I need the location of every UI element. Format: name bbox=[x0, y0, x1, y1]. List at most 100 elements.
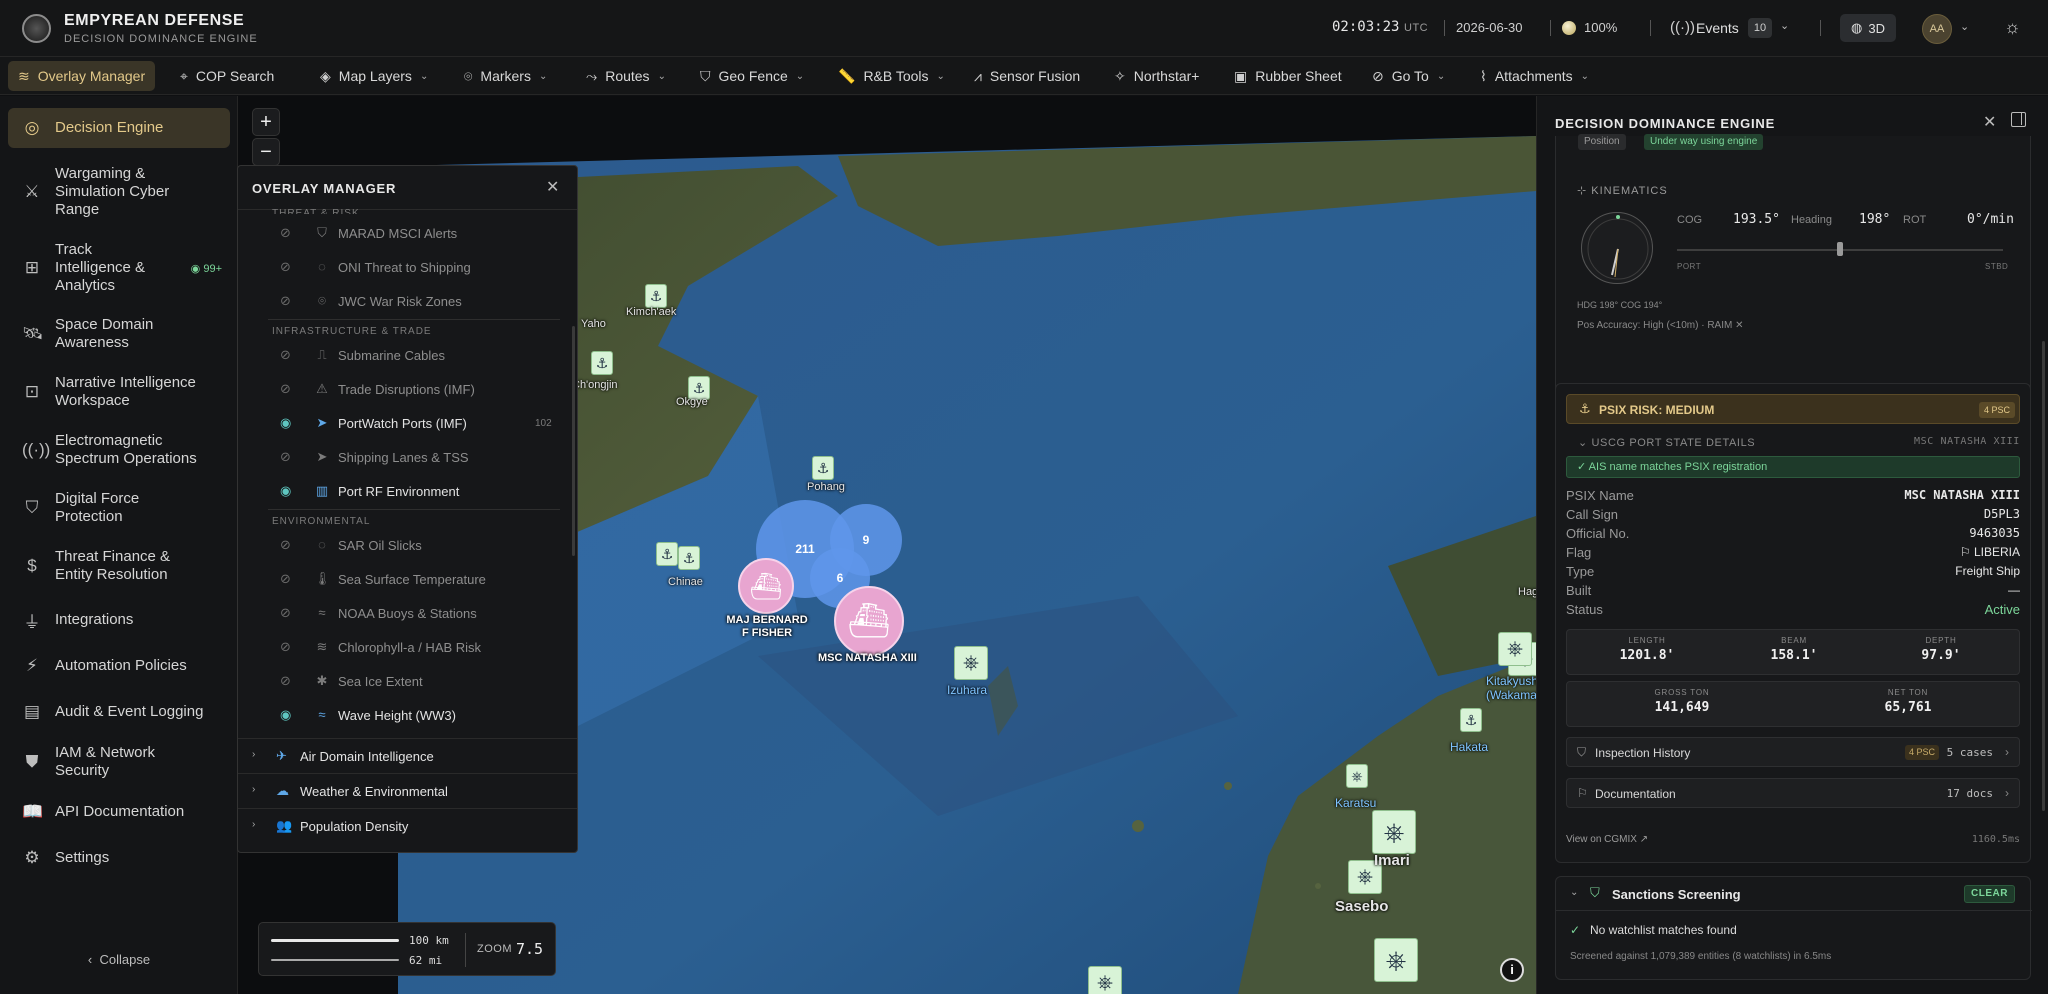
divider bbox=[268, 319, 560, 320]
tool-geo-fence[interactable]: ⛉ Geo Fence ⌄ bbox=[690, 61, 814, 91]
eye-off-icon[interactable]: ⊘ bbox=[280, 673, 291, 689]
layer-row[interactable]: ⊘ ⚠ Trade Disruptions (IMF) bbox=[238, 377, 568, 403]
heading-value: 198° bbox=[1859, 212, 1891, 227]
scrollbar[interactable] bbox=[2042, 341, 2045, 811]
chevron-down-icon[interactable]: ⌄ bbox=[1960, 20, 1969, 33]
eye-off-icon[interactable]: ⊘ bbox=[280, 381, 291, 397]
layer-row[interactable]: ⊘ ◌ SAR Oil Slicks bbox=[238, 533, 568, 559]
eye-off-icon[interactable]: ⊘ bbox=[280, 537, 291, 553]
eye-off-icon[interactable]: ⊘ bbox=[280, 449, 291, 465]
layer-row[interactable]: ⊘ ⌾ JWC War Risk Zones bbox=[238, 289, 568, 315]
zoom-out-button[interactable]: − bbox=[252, 138, 280, 166]
field-label: Flag bbox=[1566, 545, 1592, 560]
chevron-down-icon: ⌄ bbox=[1578, 437, 1592, 449]
port-marker[interactable]: ⎈ bbox=[1372, 810, 1416, 854]
tool-map-layers[interactable]: ◈ Map Layers ⌄ bbox=[310, 61, 438, 91]
tool-rubber-sheet[interactable]: ▣ Rubber Sheet bbox=[1224, 61, 1352, 91]
port-marker[interactable]: ⎈ bbox=[1088, 966, 1122, 994]
eye-off-icon[interactable]: ⊘ bbox=[280, 259, 291, 275]
sanctions-header[interactable]: ⌄ ⛉ Sanctions Screening CLEAR bbox=[1556, 877, 2032, 911]
vessel-marker[interactable]: ⛴ bbox=[738, 558, 794, 614]
collapse-sidebar-button[interactable]: ‹ Collapse bbox=[0, 952, 238, 967]
tool-northstar[interactable]: ✧ Northstar+ bbox=[1104, 61, 1209, 91]
sidebar-item-track-intelligence[interactable]: ⊞ Track Intelligence & Analytics ◉ 99+ bbox=[8, 240, 230, 296]
place-label: Chinae bbox=[668, 576, 703, 588]
sidebar-item-automation[interactable]: ⚡ Automation Policies bbox=[8, 650, 230, 682]
port-marker[interactable]: ⚓ bbox=[645, 284, 667, 308]
vessel-marker-selected[interactable]: ⛴ bbox=[834, 586, 904, 656]
tool-rb-tools[interactable]: 📏 R&B Tools ⌄ bbox=[828, 61, 955, 91]
dock-panel-icon[interactable] bbox=[2011, 112, 2026, 127]
tool-overlay-manager[interactable]: ≋ Overlay Manager bbox=[8, 61, 156, 91]
events-button[interactable]: Events bbox=[1696, 20, 1739, 36]
uscg-section-toggle[interactable]: ⌄ USCG PORT STATE DETAILS bbox=[1578, 436, 1755, 449]
sidebar-item-iam[interactable]: ⛊ IAM & Network Security bbox=[8, 742, 230, 782]
layer-row[interactable]: ◉ ≈ Wave Height (WW3) bbox=[238, 703, 568, 729]
port-marker[interactable]: ⎈ bbox=[1346, 764, 1368, 788]
sidebar-item-wargaming[interactable]: ⚔ Wargaming & Simulation Cyber Range bbox=[8, 164, 230, 220]
sidebar-item-em-spectrum[interactable]: ((·)) Electromagnetic Spectrum Operations bbox=[8, 430, 230, 470]
radar-icon: ◌ bbox=[318, 537, 326, 552]
layer-row[interactable]: ⊘ ⛉ MARAD MSCI Alerts bbox=[238, 221, 568, 247]
tool-go-to[interactable]: ⊘ Go To ⌄ bbox=[1362, 61, 1455, 91]
eye-off-icon[interactable]: ⊘ bbox=[280, 225, 291, 241]
sidebar-item-decision-engine[interactable]: ◎ Decision Engine bbox=[8, 108, 230, 148]
close-icon[interactable]: ✕ bbox=[1983, 112, 1996, 132]
tool-markers[interactable]: ⌾ Markers ⌄ bbox=[454, 61, 557, 91]
place-label: Sasebo bbox=[1335, 898, 1389, 915]
sidebar-item-audit[interactable]: ▤ Audit & Event Logging bbox=[8, 696, 230, 728]
eye-off-icon[interactable]: ⊘ bbox=[280, 571, 291, 587]
documentation-link[interactable]: ⚐ Documentation 17 docs › bbox=[1566, 778, 2020, 808]
inspection-history-link[interactable]: ⛉ Inspection History 4 PSC 5 cases › bbox=[1566, 737, 2020, 767]
layer-row[interactable]: ⊘ 🌡 Sea Surface Temperature bbox=[238, 567, 568, 593]
eye-off-icon[interactable]: ⊘ bbox=[280, 347, 291, 363]
layer-group-weather[interactable]: › ☁ Weather & Environmental bbox=[238, 773, 577, 807]
layer-row[interactable]: ⊘ ⎍ Submarine Cables bbox=[238, 343, 568, 369]
sidebar-item-settings[interactable]: ⚙ Settings bbox=[8, 842, 230, 874]
sidebar-item-api-docs[interactable]: 📖 API Documentation bbox=[8, 796, 230, 828]
eye-icon[interactable]: ◉ bbox=[280, 415, 291, 431]
port-marker[interactable]: ⎈ bbox=[1374, 938, 1418, 982]
zoom-in-button[interactable]: + bbox=[252, 108, 280, 136]
tool-routes[interactable]: ⤳ Routes ⌄ bbox=[576, 61, 676, 91]
layer-row[interactable]: ⊘ ◌ ONI Threat to Shipping bbox=[238, 255, 568, 281]
layer-row[interactable]: ◉ ▥ Port RF Environment bbox=[238, 479, 568, 505]
tool-attachments[interactable]: ⌇ Attachments ⌄ bbox=[1470, 61, 1599, 91]
eye-off-icon[interactable]: ⊘ bbox=[280, 639, 291, 655]
info-icon[interactable]: i bbox=[1500, 958, 1524, 982]
eye-icon[interactable]: ◉ bbox=[280, 483, 291, 499]
chevron-down-icon[interactable]: ⌄ bbox=[1780, 19, 1789, 32]
layer-row[interactable]: ⊘ ≈ NOAA Buoys & Stations bbox=[238, 601, 568, 627]
eye-off-icon[interactable]: ⊘ bbox=[280, 293, 291, 309]
port-marker[interactable]: ⚓ bbox=[1460, 708, 1482, 732]
pin-icon: ⌾ bbox=[318, 293, 326, 308]
scrollbar[interactable] bbox=[572, 326, 575, 556]
sun-icon[interactable]: ☼ bbox=[2004, 17, 2021, 38]
sidebar-item-threat-finance[interactable]: $ Threat Finance & Entity Resolution bbox=[8, 546, 230, 586]
cgmix-link[interactable]: View on CGMIX ↗ bbox=[1566, 834, 1648, 845]
sidebar-item-space-domain[interactable]: 🛰 Space Domain Awareness bbox=[8, 314, 230, 354]
eye-off-icon[interactable]: ⊘ bbox=[280, 605, 291, 621]
layer-row[interactable]: ⊘ ≋ Chlorophyll-a / HAB Risk bbox=[238, 635, 568, 661]
layer-row[interactable]: ⊘ ➤ Shipping Lanes & TSS bbox=[238, 445, 568, 471]
eye-icon[interactable]: ◉ bbox=[280, 707, 291, 723]
sidebar-item-narrative-intelligence[interactable]: ⊡ Narrative Intelligence Workspace bbox=[8, 372, 230, 412]
sidebar-item-integrations[interactable]: ⏚ Integrations bbox=[8, 604, 230, 636]
view-mode-toggle[interactable]: ◍ 3D bbox=[1840, 14, 1896, 42]
port-marker[interactable]: ⚓ bbox=[656, 542, 678, 566]
tool-cop-search[interactable]: ⌖ COP Search bbox=[170, 61, 284, 91]
user-avatar[interactable]: AA bbox=[1922, 14, 1952, 44]
uscg-label: USCG PORT STATE DETAILS bbox=[1591, 437, 1756, 449]
port-marker[interactable]: ⚓ bbox=[678, 546, 700, 570]
layer-row[interactable]: ⊘ ✱ Sea Ice Extent bbox=[238, 669, 568, 695]
port-marker[interactable]: ⚓ bbox=[812, 456, 834, 480]
port-marker[interactable]: ⎈ bbox=[954, 646, 988, 680]
tool-sensor-fusion[interactable]: ⩘ Sensor Fusion bbox=[964, 61, 1090, 91]
sidebar-item-digital-force-protection[interactable]: ⛉ Digital Force Protection bbox=[8, 488, 230, 528]
layer-group-population[interactable]: › 👥 Population Density bbox=[238, 808, 577, 842]
layer-group-air-domain[interactable]: › ✈ Air Domain Intelligence bbox=[238, 738, 577, 772]
port-marker[interactable]: ⚓ bbox=[591, 351, 613, 375]
port-marker[interactable]: ⎈ bbox=[1498, 632, 1532, 666]
layer-row[interactable]: ◉ ➤ PortWatch Ports (IMF) 102 bbox=[238, 411, 568, 437]
close-icon[interactable]: ✕ bbox=[546, 177, 559, 197]
